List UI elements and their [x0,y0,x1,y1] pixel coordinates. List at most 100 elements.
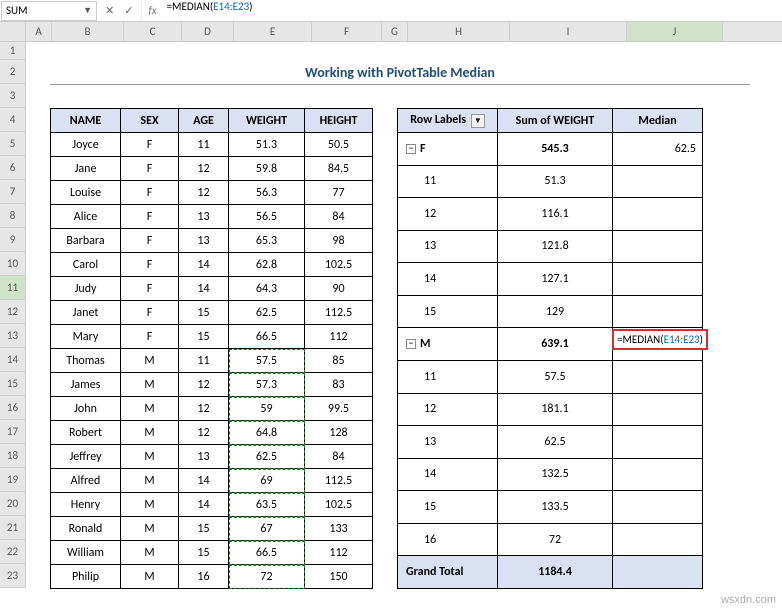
row-header-16[interactable]: 16 [0,396,26,420]
cell-height[interactable]: 77 [305,181,373,205]
cell-age[interactable]: 13 [179,445,229,469]
accept-icon[interactable]: ✓ [124,4,133,17]
column-header-B[interactable]: B [52,22,124,41]
grand-total-median[interactable] [613,556,703,589]
cell-height[interactable]: 112.5 [305,469,373,493]
name-box[interactable]: SUM ▼ [1,1,97,21]
cell-weight[interactable]: 67 [229,517,305,541]
col-header-name[interactable]: NAME [51,109,121,133]
cell-age[interactable]: 16 [179,565,229,589]
pivot-median-cell[interactable] [613,263,703,296]
cell-name[interactable]: Alice [51,205,121,229]
cell-age[interactable]: 15 [179,517,229,541]
cell-name[interactable]: Joyce [51,133,121,157]
cell-height[interactable]: 128 [305,421,373,445]
cell-height[interactable]: 85 [305,349,373,373]
cell-weight[interactable]: 56.3 [229,181,305,205]
row-header-5[interactable]: 5 [0,132,26,156]
cell-age[interactable]: 12 [179,373,229,397]
cell-weight[interactable]: 59 [229,397,305,421]
pivot-item-label[interactable]: 15 [398,295,498,328]
cell-name[interactable]: Ronald [51,517,121,541]
column-header-H[interactable]: H [408,22,510,41]
column-header-I[interactable]: I [510,22,627,41]
cell-height[interactable]: 50.5 [305,133,373,157]
cell-weight[interactable]: 64.8 [229,421,305,445]
row-header-17[interactable]: 17 [0,420,26,444]
pivot-sum-cell[interactable]: 129 [498,295,613,328]
cell-name[interactable]: James [51,373,121,397]
row-header-10[interactable]: 10 [0,252,26,276]
pivot-item-label[interactable]: 12 [398,393,498,426]
cell-sex[interactable]: F [121,253,179,277]
pivot-sum-cell[interactable]: 62.5 [498,426,613,459]
pivot-item-label[interactable]: 11 [398,165,498,198]
cell-weight[interactable]: 66.5 [229,541,305,565]
row-header-20[interactable]: 20 [0,492,26,516]
pivot-sum-cell[interactable]: 121.8 [498,230,613,263]
pivot-sum-cell[interactable]: 57.5 [498,360,613,393]
cell-weight[interactable]: 62.8 [229,253,305,277]
pivot-header-sumweight[interactable]: Sum of WEIGHT [498,109,613,133]
pivot-item-label[interactable]: 13 [398,426,498,459]
cell-name[interactable]: Philip [51,565,121,589]
pivot-median-cell[interactable] [613,230,703,263]
pivot-median-cell[interactable]: =MEDIAN(E14:E23) [613,328,703,361]
cell-height[interactable]: 112 [305,325,373,349]
row-header-11[interactable]: 11 [0,276,26,300]
cell-sex[interactable]: F [121,157,179,181]
grand-total-label[interactable]: Grand Total [398,556,498,589]
row-header-13[interactable]: 13 [0,324,26,348]
pivot-median-cell[interactable] [613,458,703,491]
cell-name[interactable]: William [51,541,121,565]
pivot-median-cell[interactable] [613,426,703,459]
column-header-J[interactable]: J [627,22,723,41]
row-header-21[interactable]: 21 [0,516,26,540]
cell-name[interactable]: John [51,397,121,421]
cell-age[interactable]: 14 [179,277,229,301]
cell-height[interactable]: 112 [305,541,373,565]
cell-age[interactable]: 11 [179,133,229,157]
row-header-23[interactable]: 23 [0,564,26,588]
cell-sex[interactable]: M [121,445,179,469]
cell-height[interactable]: 83 [305,373,373,397]
cell-sex[interactable]: F [121,277,179,301]
pivot-sum-cell[interactable]: 181.1 [498,393,613,426]
formula-input[interactable]: =MEDIAN(E14:E23) [163,0,782,21]
collapse-icon[interactable]: − [406,339,416,349]
pivot-median-cell[interactable] [613,198,703,231]
column-header-E[interactable]: E [234,22,312,41]
row-header-1[interactable]: 1 [0,42,26,60]
cell-weight[interactable]: 59.8 [229,157,305,181]
cell-name[interactable]: Alfred [51,469,121,493]
row-header-18[interactable]: 18 [0,444,26,468]
cell-sex[interactable]: M [121,469,179,493]
cell-name[interactable]: Carol [51,253,121,277]
col-header-height[interactable]: HEIGHT [305,109,373,133]
cell-age[interactable]: 15 [179,325,229,349]
cell-name[interactable]: Jane [51,157,121,181]
cell-weight[interactable]: 57.5 [229,349,305,373]
fx-icon[interactable]: fx [142,4,162,17]
row-header-8[interactable]: 8 [0,204,26,228]
pivot-group-label[interactable]: −F [398,133,498,166]
pivot-sum-cell[interactable]: 132.5 [498,458,613,491]
cell-age[interactable]: 13 [179,205,229,229]
cell-sex[interactable]: M [121,397,179,421]
cell-sex[interactable]: F [121,229,179,253]
pivot-sum-cell[interactable]: 116.1 [498,198,613,231]
cell-name[interactable]: Mary [51,325,121,349]
cell-sex[interactable]: M [121,373,179,397]
pivot-group-label[interactable]: −M [398,328,498,361]
cell-height[interactable]: 102.5 [305,253,373,277]
cell-weight[interactable]: 69 [229,469,305,493]
cell-weight[interactable]: 56.5 [229,205,305,229]
pivot-item-label[interactable]: 13 [398,230,498,263]
cell-weight[interactable]: 64.3 [229,277,305,301]
pivot-median-cell[interactable] [613,491,703,524]
cell-sex[interactable]: M [121,493,179,517]
cell-height[interactable]: 150 [305,565,373,589]
cell-height[interactable]: 84.5 [305,157,373,181]
cell-sex[interactable]: M [121,517,179,541]
cell-sex[interactable]: F [121,205,179,229]
